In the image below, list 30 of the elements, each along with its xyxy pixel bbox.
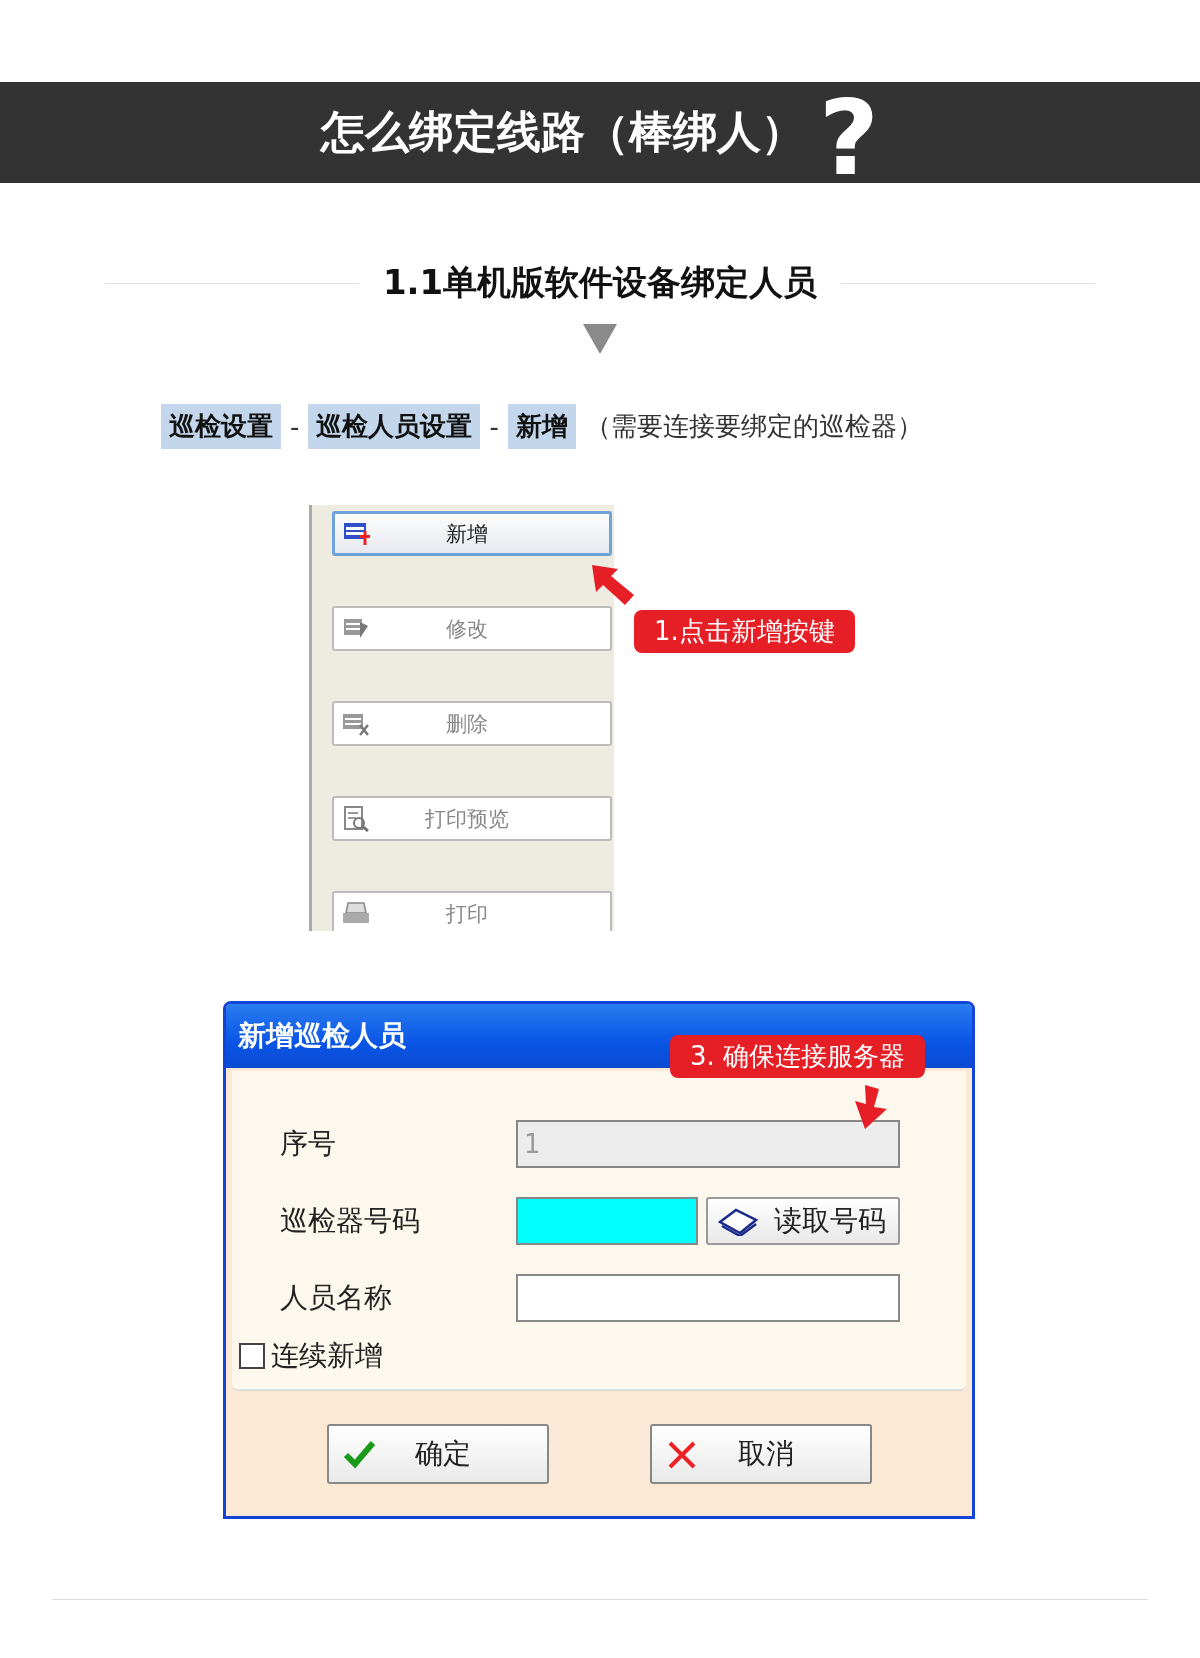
callout-label: 1.点击新增按键 xyxy=(634,610,855,653)
print-preview-icon xyxy=(342,805,370,832)
banner-title: 怎么绑定线路（棒绑人） xyxy=(320,105,805,159)
field-label: 序号 xyxy=(280,1126,337,1162)
menu-path-step: 巡检设置 xyxy=(161,404,281,449)
field-label: 巡检器号码 xyxy=(280,1203,421,1239)
cancel-button[interactable]: 取消 xyxy=(649,1423,872,1484)
field-label: 人员名称 xyxy=(280,1280,393,1316)
book-icon xyxy=(718,1206,758,1236)
arrow-icon xyxy=(853,1085,889,1129)
input-field[interactable] xyxy=(516,1197,698,1245)
checkmark-icon xyxy=(342,1438,375,1469)
down-triangle-icon xyxy=(583,324,617,354)
arrow-icon xyxy=(592,565,634,605)
confirm-button[interactable]: 确定 xyxy=(326,1423,549,1484)
path-separator: - xyxy=(290,411,300,442)
dialog-title: 新增巡检人员 xyxy=(238,1018,406,1054)
input-field[interactable] xyxy=(516,1274,900,1322)
callout-label: 3. 确保连接服务器 xyxy=(670,1035,926,1078)
section-heading: 1.1单机版软件设备绑定人员 xyxy=(382,261,818,304)
add-record-icon xyxy=(343,520,371,547)
path-note: （需要连接要绑定的巡检器） xyxy=(584,410,923,443)
checkbox-label: 连续新增 xyxy=(271,1338,383,1374)
menu-path-step: 新增 xyxy=(507,404,576,449)
menu-path-step: 巡检人员设置 xyxy=(308,404,481,449)
read-number-button[interactable]: 读取号码 xyxy=(706,1197,900,1245)
checkbox[interactable] xyxy=(239,1343,265,1369)
toolbar-button[interactable]: 新增 xyxy=(332,511,612,556)
question-mark: ? xyxy=(818,85,880,183)
path-separator: - xyxy=(489,411,499,442)
